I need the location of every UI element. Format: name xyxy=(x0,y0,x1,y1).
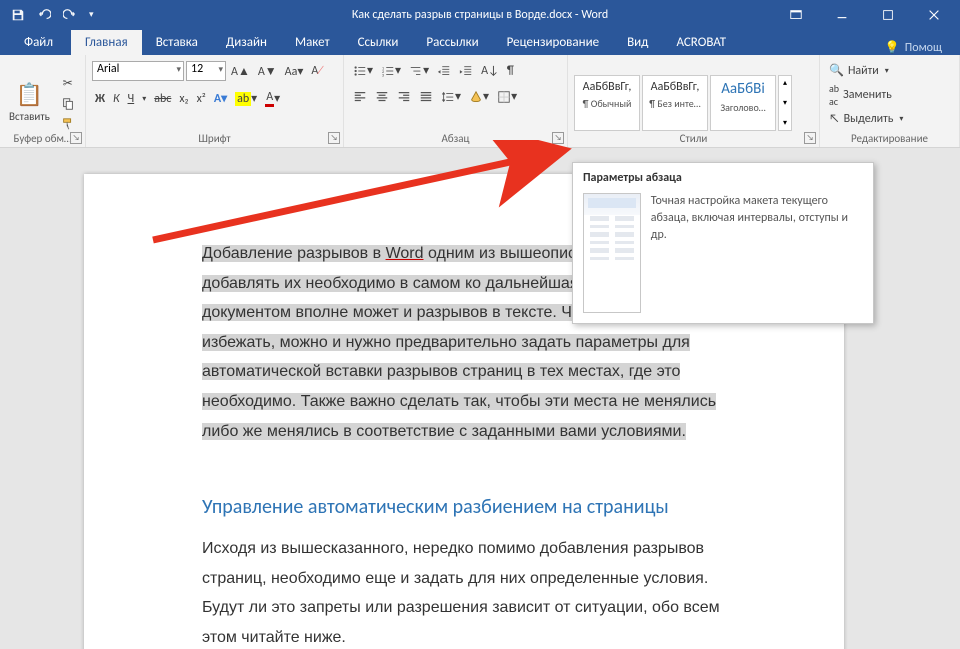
tab-review[interactable]: Рецензирование xyxy=(493,30,613,55)
tab-design[interactable]: Дизайн xyxy=(212,30,281,55)
font-launcher[interactable]: ↘ xyxy=(328,132,340,144)
tab-view[interactable]: Вид xyxy=(613,30,662,55)
tab-acrobat[interactable]: ACROBAT xyxy=(662,30,740,55)
paste-icon[interactable]: 📋 xyxy=(6,81,53,108)
underline-dropdown[interactable]: ▾ xyxy=(139,92,149,106)
undo-icon[interactable] xyxy=(34,6,54,24)
redo-icon[interactable] xyxy=(60,6,80,24)
justify-icon[interactable] xyxy=(416,88,436,106)
paste-button[interactable]: Вставить xyxy=(6,108,53,125)
group-styles-label: Стили xyxy=(568,132,819,145)
maximize-icon[interactable] xyxy=(866,0,910,29)
paragraph-2[interactable]: Исходя из вышесказанного, нередко помимо… xyxy=(202,534,726,649)
paragraph-launcher[interactable]: ↘ xyxy=(552,132,564,144)
heading-2[interactable]: Управление автоматическим разбиением на … xyxy=(202,492,726,522)
clipboard-launcher[interactable]: ↘ xyxy=(70,132,82,144)
group-paragraph-label: Абзац xyxy=(344,132,567,145)
tab-mailings[interactable]: Рассылки xyxy=(412,30,492,55)
sort-icon[interactable]: A↓ xyxy=(478,62,502,80)
shrink-font-icon[interactable]: A▼ xyxy=(255,62,280,81)
font-color-icon[interactable]: A▾ xyxy=(262,88,283,109)
select-button[interactable]: ↖Выделить▾ xyxy=(826,111,953,127)
group-clipboard: 📋 Вставить ✂ Буфер обм… ↘ xyxy=(0,55,86,147)
tab-references[interactable]: Ссылки xyxy=(344,30,413,55)
bullets-icon[interactable]: ▾ xyxy=(350,61,376,80)
paragraph-settings-tooltip: Параметры абзаца Точная настройка макета… xyxy=(572,162,874,324)
superscript-button[interactable]: x² xyxy=(194,90,209,108)
grow-font-icon[interactable]: A▲ xyxy=(228,62,253,81)
svg-text:3: 3 xyxy=(382,73,385,78)
tab-layout[interactable]: Макет xyxy=(281,30,344,55)
group-editing-label: Редактирование xyxy=(820,132,959,145)
tooltip-thumbnail xyxy=(583,193,641,313)
text-effects-icon[interactable]: A▾ xyxy=(211,89,230,108)
format-painter-icon[interactable] xyxy=(58,115,78,133)
underline-button[interactable]: Ч xyxy=(125,90,138,108)
strike-button[interactable]: abc xyxy=(151,90,174,108)
styles-gallery-more[interactable]: ▴▾▾ xyxy=(778,75,792,131)
tab-insert[interactable]: Вставка xyxy=(142,30,212,55)
numbering-icon[interactable]: 123▾ xyxy=(378,61,404,80)
group-font-label: Шрифт xyxy=(86,132,343,145)
tab-home[interactable]: Главная xyxy=(71,30,142,55)
search-icon: 🔍 xyxy=(829,63,844,78)
doc-name: Как сделать разрыв страницы в Ворде.docx xyxy=(352,8,572,22)
tell-me[interactable]: 💡Помощ xyxy=(885,40,960,55)
align-right-icon[interactable] xyxy=(394,88,414,106)
styles-launcher[interactable]: ↘ xyxy=(804,132,816,144)
highlight-icon[interactable]: ab▾ xyxy=(232,89,260,108)
clear-format-icon[interactable]: A∕ xyxy=(308,62,321,80)
minimize-icon[interactable] xyxy=(820,0,864,29)
replace-button[interactable]: abacЗаменить xyxy=(826,81,953,109)
cut-icon[interactable]: ✂ xyxy=(58,74,78,93)
borders-icon[interactable]: ▾ xyxy=(494,87,520,106)
font-name-select[interactable]: Arial xyxy=(92,61,184,81)
tooltip-title: Параметры абзаца xyxy=(573,163,873,189)
group-font: Arial 12 A▲ A▼ Aa▾ A∕ Ж К Ч▾ abc x₂ x² A… xyxy=(86,55,344,147)
group-editing: 🔍Найти▾ abacЗаменить ↖Выделить▾ Редактир… xyxy=(820,55,960,147)
save-icon[interactable] xyxy=(8,6,28,24)
lightbulb-icon: 💡 xyxy=(885,40,900,55)
bold-button[interactable]: Ж xyxy=(92,90,108,108)
decrease-indent-icon[interactable] xyxy=(434,62,454,80)
italic-button[interactable]: К xyxy=(110,90,123,108)
ribbon-tabs: Файл Главная Вставка Дизайн Макет Ссылки… xyxy=(0,29,960,55)
style-no-spacing[interactable]: АаБбВвГг,¶ Без инте… xyxy=(642,75,708,131)
copy-icon[interactable] xyxy=(58,95,78,113)
ribbon: 📋 Вставить ✂ Буфер обм… ↘ Arial 12 A▲ A▼… xyxy=(0,55,960,148)
close-icon[interactable] xyxy=(912,0,956,29)
app-name: Word xyxy=(581,8,608,22)
subscript-button[interactable]: x₂ xyxy=(176,90,191,108)
tab-file[interactable]: Файл xyxy=(10,30,67,55)
title-bar: ▾ Как сделать разрыв страницы в Ворде.do… xyxy=(0,0,960,29)
group-styles: АаБбВвГг,¶ Обычный АаБбВвГг,¶ Без инте… … xyxy=(568,55,820,147)
find-button[interactable]: 🔍Найти▾ xyxy=(826,62,953,79)
pilcrow-icon[interactable]: ¶ xyxy=(504,62,517,80)
group-paragraph: ▾ 123▾ ▾ A↓ ¶ ▾ ▾ ▾ Абзац ↘ xyxy=(344,55,568,147)
font-size-select[interactable]: 12 xyxy=(186,61,226,81)
cursor-icon: ↖ xyxy=(829,112,840,126)
shading-icon[interactable]: ▾ xyxy=(466,87,492,106)
style-heading1[interactable]: АаБбВіЗаголово… xyxy=(710,75,776,131)
window-title: Как сделать разрыв страницы в Ворде.docx… xyxy=(352,8,608,22)
increase-indent-icon[interactable] xyxy=(456,62,476,80)
replace-icon: abac xyxy=(829,82,839,108)
line-spacing-icon[interactable]: ▾ xyxy=(438,87,464,106)
ribbon-display-icon[interactable] xyxy=(774,0,818,29)
qat-customize-icon[interactable]: ▾ xyxy=(86,7,97,22)
align-left-icon[interactable] xyxy=(350,88,370,106)
style-normal[interactable]: АаБбВвГг,¶ Обычный xyxy=(574,75,640,131)
tooltip-description: Точная настройка макета текущего абзаца,… xyxy=(651,193,863,313)
change-case-icon[interactable]: Aa▾ xyxy=(282,62,307,81)
align-center-icon[interactable] xyxy=(372,88,392,106)
multilevel-icon[interactable]: ▾ xyxy=(406,61,432,80)
